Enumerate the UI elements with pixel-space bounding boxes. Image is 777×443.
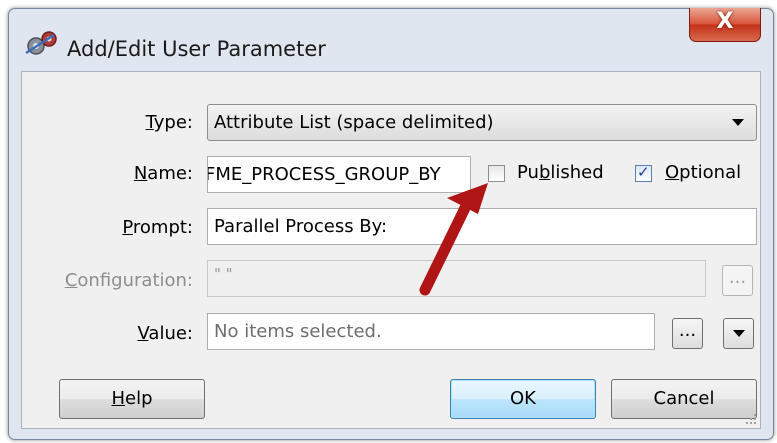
name-label: Name:: [133, 163, 193, 184]
published-label[interactable]: Published: [517, 162, 604, 183]
title-bar[interactable]: Add/Edit User Parameter: [9, 9, 773, 71]
checkmark-icon: ✓: [637, 163, 650, 181]
published-checkbox[interactable]: [488, 165, 505, 182]
configuration-input-value: " ": [214, 265, 233, 283]
configuration-browse-button: ...: [722, 265, 753, 296]
name-input[interactable]: FME_PROCESS_GROUP_BY: [207, 156, 471, 193]
value-input[interactable]: No items selected.: [207, 313, 655, 350]
close-button[interactable]: X: [689, 8, 761, 42]
value-dropdown-button[interactable]: [723, 318, 754, 349]
type-dropdown-value: Attribute List (space delimited): [214, 112, 494, 133]
type-dropdown[interactable]: Attribute List (space delimited): [207, 104, 757, 141]
name-input-value: FME_PROCESS_GROUP_BY: [207, 164, 441, 185]
type-label: Type:: [145, 112, 193, 133]
configuration-label: Configuration:: [64, 270, 193, 291]
add-edit-user-parameter-dialog: Add/Edit User Parameter X Type: Attribut…: [8, 8, 774, 440]
prompt-input-value: Parallel Process By:: [214, 216, 388, 237]
prompt-input[interactable]: Parallel Process By:: [207, 208, 757, 245]
chevron-down-icon: [732, 119, 744, 126]
value-input-placeholder: No items selected.: [214, 321, 382, 342]
chevron-down-icon: [733, 330, 745, 337]
value-browse-button[interactable]: ...: [672, 318, 703, 349]
ok-button[interactable]: OK: [450, 379, 596, 419]
help-button[interactable]: Help: [59, 379, 205, 419]
window-title: Add/Edit User Parameter: [67, 37, 326, 61]
prompt-label: Prompt:: [122, 217, 193, 238]
optional-checkbox[interactable]: ✓: [635, 163, 652, 182]
cancel-button[interactable]: Cancel: [611, 379, 757, 419]
close-icon: X: [716, 9, 734, 34]
gears-icon: [25, 31, 57, 55]
value-label: Value:: [137, 323, 194, 344]
optional-label[interactable]: Optional: [665, 162, 741, 183]
configuration-input: " ": [207, 260, 706, 297]
resize-grip-icon[interactable]: [745, 413, 757, 425]
dialog-body: Type: Attribute List (space delimited) N…: [21, 71, 761, 429]
